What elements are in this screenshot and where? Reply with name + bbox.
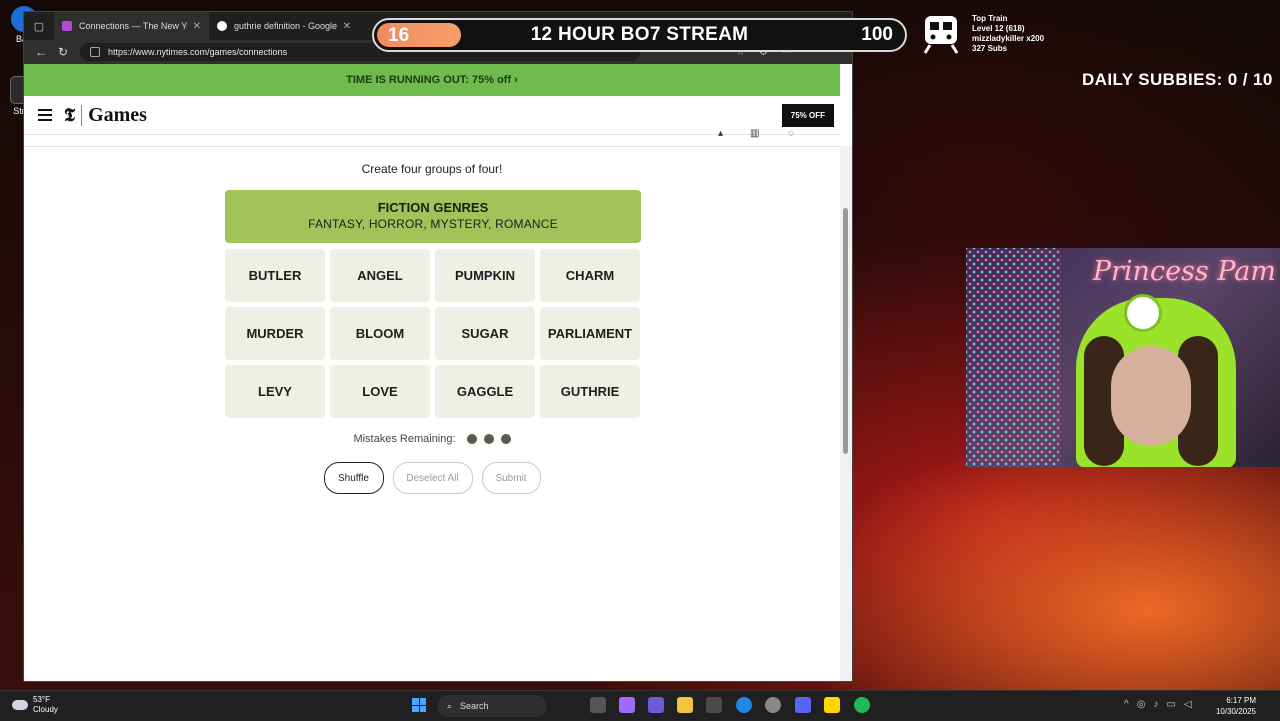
tab-connections[interactable]: Connections — The New York Times ✕	[54, 12, 209, 40]
start-button[interactable]	[412, 698, 426, 712]
word-card[interactable]: GAGGLE	[435, 365, 535, 418]
connections-board: FICTION GENRES FANTASY, HORROR, MYSTERY,…	[225, 190, 641, 418]
word-card[interactable]: SUGAR	[435, 307, 535, 360]
hood-eye	[1124, 294, 1162, 332]
google-favicon-icon	[217, 21, 227, 31]
game-toolbar: ▴ ▥ ◌	[24, 128, 840, 147]
mistakes-remaining: Mistakes Remaining:	[24, 433, 840, 445]
word-card[interactable]: PUMPKIN	[435, 249, 535, 302]
word-card[interactable]: PARLIAMENT	[540, 307, 640, 360]
mistake-dot	[483, 434, 494, 444]
spotify-icon[interactable]	[854, 697, 870, 713]
word-card[interactable]: BUTLER	[225, 249, 325, 302]
taskbar-search[interactable]: ⌕ Search	[437, 695, 547, 717]
file-explorer-icon[interactable]	[677, 697, 693, 713]
clock[interactable]: 6:17 PM 10/30/2025	[1216, 695, 1256, 717]
settings-icon[interactable]	[765, 697, 781, 713]
scrollbar-thumb[interactable]	[843, 208, 848, 454]
webcam-feed: Princess Pam	[966, 248, 1280, 467]
edge-icon[interactable]	[736, 697, 752, 713]
back-icon[interactable]: ←	[30, 45, 52, 59]
mistake-dot	[466, 434, 477, 444]
led-lights	[966, 248, 1061, 467]
copilot-icon[interactable]	[619, 697, 635, 713]
site-info-icon[interactable]	[90, 47, 100, 57]
word-grid: BUTLER ANGEL PUMPKIN CHARM MURDER BLOOM …	[225, 249, 641, 418]
shuffle-button[interactable]: Shuffle	[323, 462, 384, 494]
instructions: Create four groups of four!	[361, 162, 503, 176]
daily-subbies-counter: DAILY SUBBIES: 0 / 10	[1082, 70, 1273, 89]
help-icon[interactable]: ◌	[788, 128, 794, 139]
deselect-all-button[interactable]: Deselect All	[392, 462, 473, 494]
stream-goal-bar: 16 12 HOUR BO7 STREAM 100	[372, 18, 907, 52]
word-card[interactable]: ANGEL	[330, 249, 430, 302]
game-actions: Shuffle Deselect All Submit	[24, 462, 840, 494]
nyt-favicon-icon	[62, 21, 72, 31]
reload-icon[interactable]: ↻	[52, 45, 74, 59]
train-icon	[923, 16, 959, 54]
sub-train-widget: Top Train Level 12 (618) mizzladykiller …	[922, 14, 1044, 54]
search-icon: ⌕	[447, 700, 453, 711]
mistake-dot	[500, 434, 511, 444]
neon-sign: Princess Pam	[1092, 256, 1276, 287]
stats-icon[interactable]: ▥	[750, 128, 759, 139]
cloud-icon	[12, 700, 28, 710]
solved-group: FICTION GENRES FANTASY, HORROR, MYSTERY,…	[225, 190, 641, 243]
scrollbar[interactable]	[840, 146, 852, 681]
train-info: Top Train Level 12 (618) mizzladykiller …	[972, 14, 1045, 53]
word-card[interactable]: GUTHRIE	[540, 365, 640, 418]
discord-icon[interactable]	[795, 697, 811, 713]
submit-button[interactable]: Submit	[481, 462, 541, 494]
teams-icon[interactable]	[648, 697, 664, 713]
word-card[interactable]: LOVE	[330, 365, 430, 418]
word-card[interactable]: CHARM	[540, 249, 640, 302]
mistake-dots	[460, 434, 511, 444]
nyt-games-logo[interactable]: 𝕿 Games	[64, 104, 147, 127]
close-tab-icon[interactable]: ✕	[193, 21, 201, 32]
hamburger-menu-icon[interactable]	[38, 106, 52, 124]
subscribe-offer-button[interactable]: 75% OFF	[781, 104, 834, 127]
stream-goal-title: 12 HOUR BO7 STREAM	[530, 24, 749, 45]
tab-actions-icon[interactable]: ▢	[24, 12, 54, 40]
tab-google-search[interactable]: guthrie definition - Google Search ✕	[209, 12, 359, 40]
word-card[interactable]: MURDER	[225, 307, 325, 360]
solved-members: FANTASY, HORROR, MYSTERY, ROMANCE	[308, 217, 558, 231]
promo-banner[interactable]: TIME IS RUNNING OUT: 75% off ›	[24, 64, 840, 96]
close-tab-icon[interactable]: ✕	[343, 21, 351, 32]
solved-category: FICTION GENRES	[377, 200, 489, 215]
store-icon[interactable]	[706, 697, 722, 713]
taskbar: 53°F Cloudy ⌕ Search ^◎♪▭◁ 6:17 PM 10/30…	[0, 690, 1280, 721]
system-tray[interactable]: ^◎♪▭◁	[1124, 699, 1200, 710]
task-view-icon[interactable]	[590, 697, 606, 713]
nyt-t-logo: 𝕿	[64, 104, 83, 126]
hint-icon[interactable]: ▴	[718, 128, 723, 139]
stream-goal-target: 100	[861, 24, 893, 45]
weather-widget[interactable]: 53°F Cloudy	[12, 695, 58, 715]
word-card[interactable]: LEVY	[225, 365, 325, 418]
word-card[interactable]: BLOOM	[330, 307, 430, 360]
streamer-face	[1111, 346, 1191, 446]
browser-window: ▢ Connections — The New York Times ✕ gut…	[24, 12, 852, 681]
sticky-notes-icon[interactable]	[824, 697, 840, 713]
